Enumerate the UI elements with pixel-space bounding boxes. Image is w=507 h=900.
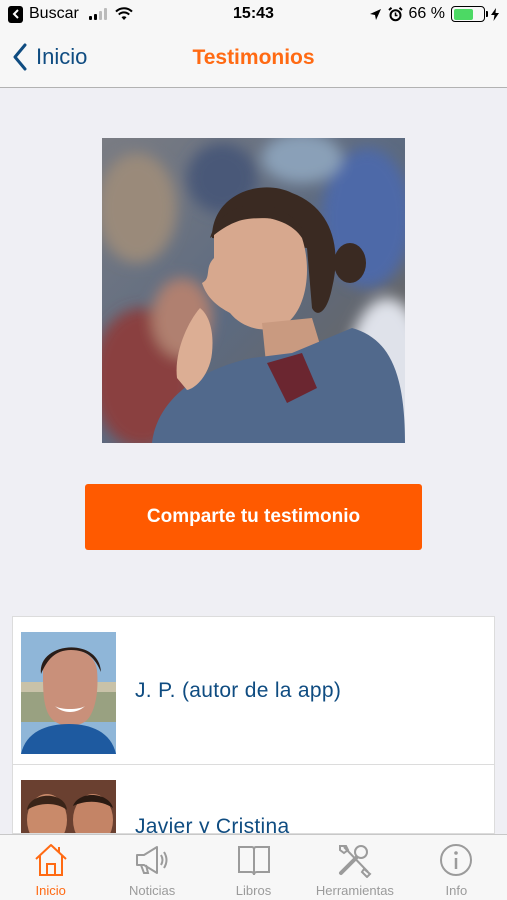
testimonials-list: J. P. (autor de la app) Javier y Cristin… [12,616,495,834]
status-right: 66 % [369,5,499,23]
page-title: Testimonios [192,46,315,69]
avatar [21,780,116,833]
charging-bolt-icon [491,7,499,21]
tab-info[interactable]: Info [406,835,507,900]
list-item[interactable]: J. P. (autor de la app) [13,617,494,765]
tab-bar: Inicio Noticias Libros Herramientas Info [0,834,507,900]
navigation-bar: Inicio Testimonios [0,30,507,88]
location-arrow-icon [369,8,381,20]
tab-noticias[interactable]: Noticias [101,835,202,900]
testimonial-name: J. P. (autor de la app) [135,679,342,702]
home-icon [35,844,67,876]
share-testimony-button[interactable]: Comparte tu testimonio [85,484,422,550]
battery-percent: 66 % [408,5,445,22]
info-icon [440,844,473,876]
tab-inicio[interactable]: Inicio [0,835,101,900]
list-item[interactable]: Javier y Cristina [13,765,494,834]
book-icon [237,846,270,876]
tab-label: Noticias [128,883,176,898]
avatar [21,632,116,754]
alarm-icon [387,6,403,21]
tools-icon [338,845,372,878]
tab-label: Inicio [35,883,66,898]
tab-label: Herramientas [315,883,394,898]
megaphone-icon [136,846,168,874]
battery-level [453,8,473,20]
battery-icon [451,6,488,22]
hero-photo [102,138,405,443]
tab-herramientas[interactable]: Herramientas [304,835,405,900]
status-bar: Buscar 15:43 66 % [0,0,507,30]
tab-label: Info [445,883,468,898]
tab-libros[interactable]: Libros [203,835,304,900]
testimonial-name: Javier y Cristina [135,815,290,834]
tab-label: Libros [235,883,272,898]
